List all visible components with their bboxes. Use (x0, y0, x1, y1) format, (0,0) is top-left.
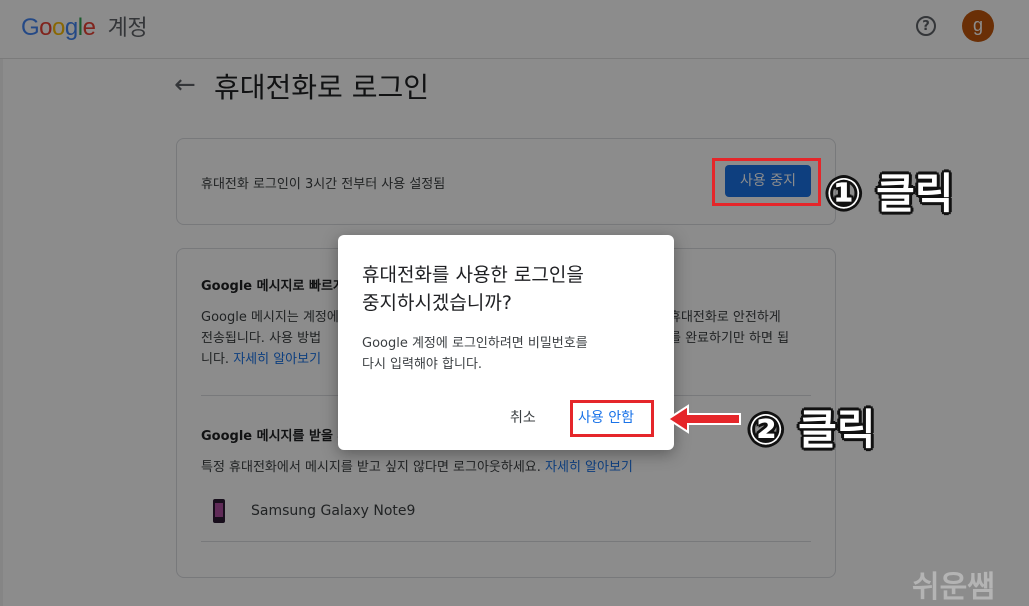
step1-annotation: ① 클릭 (826, 169, 954, 218)
dialog-title: 휴대전화를 사용한 로그인을 중지하시겠습니까? (362, 261, 652, 317)
highlight-box-step1 (712, 158, 821, 206)
arrow-left-icon (666, 404, 741, 434)
cancel-button[interactable]: 취소 (510, 407, 536, 427)
dialog-title-line: 휴대전화를 사용한 로그인을 (362, 264, 584, 286)
watermark: 쉬운쌤 (912, 570, 995, 605)
dialog-body-line: 다시 입력해야 합니다. (362, 357, 483, 372)
dialog-body: Google 계정에 로그인하려면 비밀번호를 다시 입력해야 합니다. (362, 333, 652, 375)
highlight-box-step2 (570, 400, 654, 437)
dialog-title-line: 중지하시겠습니까? (362, 292, 512, 314)
dialog-body-line: Google 계정에 로그인하려면 비밀번호를 (362, 336, 588, 351)
step2-annotation: ② 클릭 (748, 405, 876, 454)
